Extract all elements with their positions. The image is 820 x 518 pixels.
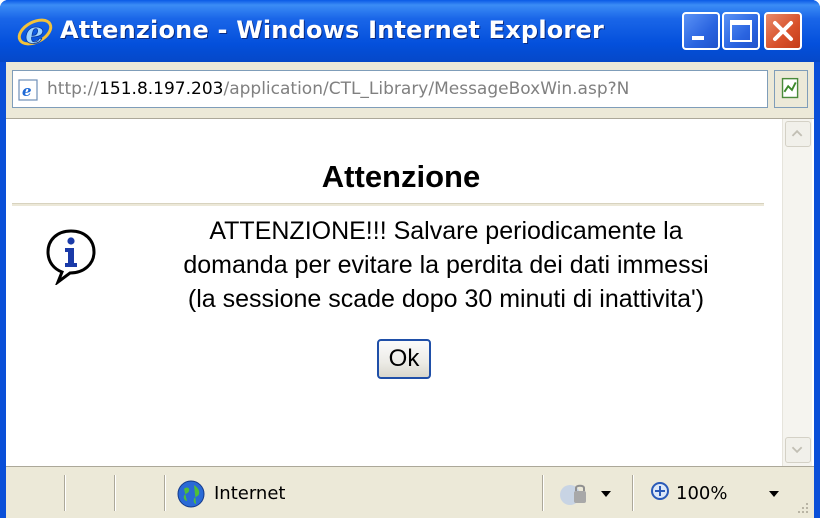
address-field[interactable]: e http://151.8.197.203/application/CTL_L… <box>12 70 768 108</box>
zoom-dropdown-icon[interactable] <box>768 489 780 499</box>
svg-text:e: e <box>25 16 44 50</box>
protected-mode-icon[interactable] <box>556 481 592 507</box>
status-separator <box>542 475 544 511</box>
address-url: http://151.8.197.203/application/CTL_Lib… <box>47 79 630 99</box>
page-content: Attenzione ATTENZIONE!!! Salvare periodi… <box>6 118 814 467</box>
title-bar[interactable]: e Attenzione - Windows Internet Explorer <box>0 0 820 62</box>
page-icon: e <box>18 79 38 101</box>
ok-button[interactable]: Ok <box>377 339 431 379</box>
compatibility-view-icon <box>781 77 799 99</box>
chevron-up-icon <box>791 129 803 137</box>
protected-mode-dropdown-icon[interactable] <box>600 489 612 499</box>
svg-text:e: e <box>22 82 32 100</box>
maximize-button[interactable] <box>722 12 760 50</box>
ie-logo-icon: e <box>17 16 53 50</box>
zoom-icon[interactable] <box>650 481 672 503</box>
scroll-down-button[interactable] <box>785 437 811 463</box>
window-title: Attenzione - Windows Internet Explorer <box>60 16 604 44</box>
message-line: domanda per evitare la perdita dei dati … <box>183 251 709 279</box>
close-icon <box>773 21 793 41</box>
status-bar: Internet 100% <box>6 466 814 518</box>
minimize-button[interactable] <box>682 12 720 50</box>
info-icon <box>46 229 96 285</box>
divider <box>12 203 764 206</box>
message-line: (la sessione scade dopo 30 minuti di ina… <box>187 285 705 313</box>
close-button[interactable] <box>764 12 802 50</box>
address-bar: e http://151.8.197.203/application/CTL_L… <box>6 62 814 118</box>
vertical-scrollbar[interactable] <box>782 119 812 467</box>
status-separator <box>114 475 116 511</box>
maximize-icon <box>730 20 752 42</box>
security-zone-label: Internet <box>214 483 286 504</box>
message-line: ATTENZIONE!!! Salvare periodicamente la <box>209 217 683 245</box>
globe-icon <box>177 480 205 508</box>
status-separator <box>164 475 166 511</box>
browser-window: e Attenzione - Windows Internet Explorer… <box>0 0 820 518</box>
status-separator <box>64 475 66 511</box>
dialog-title: Attenzione <box>321 159 481 194</box>
resize-grip-icon[interactable] <box>792 497 810 515</box>
status-separator <box>632 475 634 511</box>
scroll-up-button[interactable] <box>785 121 811 147</box>
zoom-level[interactable]: 100% <box>676 483 727 504</box>
compatibility-view-button[interactable] <box>774 70 808 108</box>
chevron-down-icon <box>791 446 803 454</box>
minimize-icon <box>692 36 704 40</box>
